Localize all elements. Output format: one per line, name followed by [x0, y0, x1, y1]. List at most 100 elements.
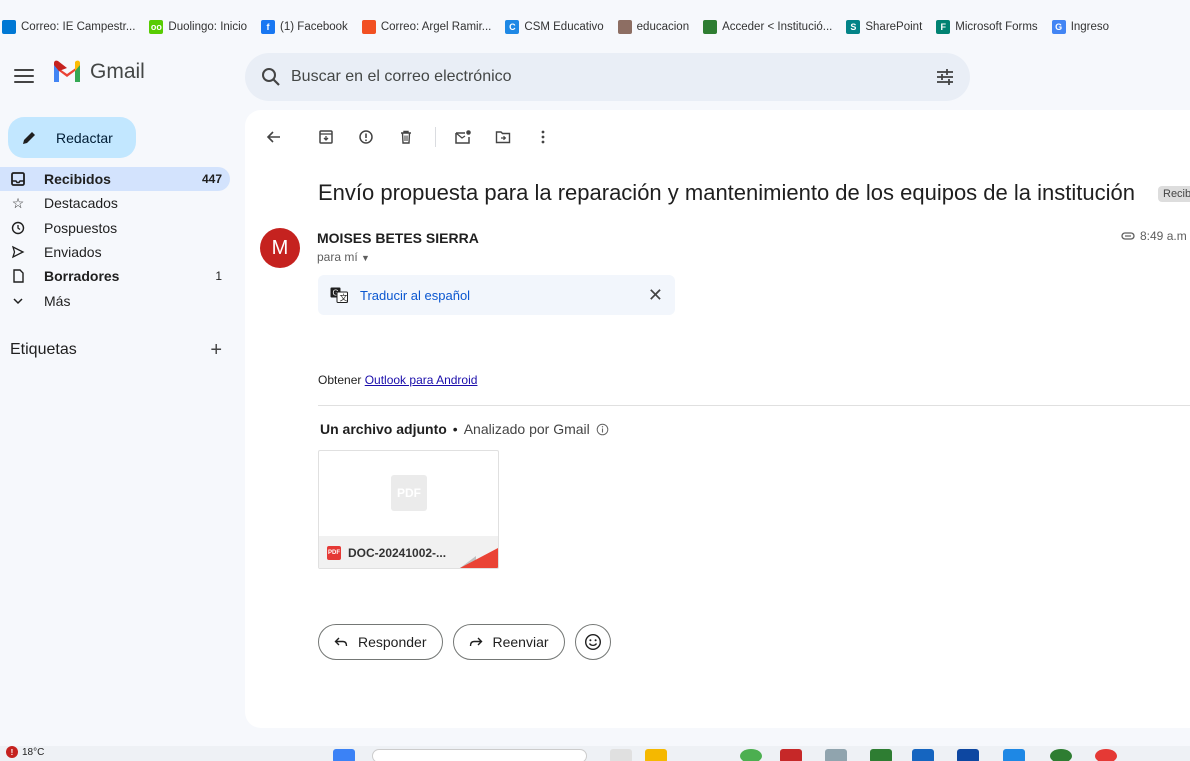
- chrome-icon[interactable]: [740, 749, 762, 761]
- main-menu-button[interactable]: [12, 66, 36, 86]
- bookmark-favicon-icon: [617, 20, 632, 34]
- bookmark-label: educacion: [636, 21, 690, 33]
- info-icon[interactable]: [596, 423, 609, 436]
- labels-title: Etiquetas: [10, 341, 77, 358]
- close-icon[interactable]: ✕: [648, 285, 663, 306]
- sidebar-item-sent[interactable]: Enviados: [0, 240, 230, 264]
- sidebar-item-label: Enviados: [44, 244, 102, 261]
- sidebar-item-inbox[interactable]: Recibidos 447: [0, 167, 230, 192]
- back-icon[interactable]: [261, 124, 287, 150]
- bookmark-item[interactable]: educacion: [617, 20, 690, 34]
- bookmark-label: CSM Educativo: [524, 21, 604, 33]
- bookmark-item[interactable]: Correo: IE Campestr...: [2, 20, 135, 34]
- weather-widget[interactable]: ! 18°C: [6, 746, 44, 758]
- archive-icon[interactable]: [313, 124, 339, 150]
- separator-dot: •: [452, 421, 458, 437]
- taskbar-app-icon[interactable]: [912, 749, 934, 761]
- move-to-icon[interactable]: [490, 124, 516, 150]
- taskbar-app-icon[interactable]: [957, 749, 979, 761]
- sidebar-item-label: Más: [44, 292, 71, 309]
- sidebar-item-starred[interactable]: ☆ Destacados: [0, 191, 230, 215]
- search-input[interactable]: [291, 68, 934, 86]
- bookmark-item[interactable]: oo Duolingo: Inicio: [149, 20, 247, 34]
- reply-icon: [334, 637, 348, 647]
- attachment-card[interactable]: PDF PDF DOC-20241002-...: [318, 450, 499, 569]
- bookmark-item[interactable]: Correo: Argel Ramir...: [361, 20, 491, 34]
- bookmark-label: SharePoint: [865, 21, 923, 33]
- start-icon[interactable]: [333, 749, 355, 761]
- sender-name[interactable]: MOISES BETES SIERRA: [317, 230, 479, 246]
- sidebar-item-snoozed[interactable]: Pospuestos: [0, 216, 230, 240]
- outlook-android-link[interactable]: Outlook para Android: [365, 373, 478, 387]
- bookmark-favicon-icon: G: [1051, 20, 1066, 34]
- search-bar[interactable]: [245, 53, 970, 101]
- temperature: 18°C: [22, 746, 45, 758]
- more-options-icon[interactable]: [530, 124, 556, 150]
- filter-options-icon[interactable]: [934, 66, 956, 88]
- bookmark-label: Ingreso: [1070, 21, 1110, 33]
- inbox-label-tag[interactable]: Recib: [1158, 186, 1190, 202]
- gmail-logo-icon: [54, 60, 80, 82]
- bookmark-item[interactable]: F Microsoft Forms: [936, 20, 1038, 34]
- bookmark-item[interactable]: Acceder < Institució...: [703, 20, 832, 34]
- bookmark-item[interactable]: S SharePoint: [846, 20, 922, 34]
- report-spam-icon[interactable]: [353, 124, 379, 150]
- translate-banner: G文 Traducir al español ✕: [318, 275, 675, 315]
- taskbar-app-icon[interactable]: [780, 749, 802, 761]
- inbox-icon: [10, 171, 26, 187]
- sidebar-item-label: Recibidos: [44, 171, 111, 188]
- sidebar-item-label: Destacados: [44, 195, 118, 212]
- search-icon[interactable]: [259, 65, 283, 89]
- bookmark-favicon-icon: [2, 20, 16, 34]
- taskbar-app-icon[interactable]: [1003, 749, 1025, 761]
- sidebar-item-label: Borradores: [44, 268, 120, 285]
- bookmark-favicon-icon: [703, 20, 718, 34]
- translate-link[interactable]: Traducir al español: [360, 288, 636, 303]
- reply-label: Responder: [358, 634, 427, 650]
- bookmark-favicon-icon: [361, 20, 376, 34]
- delete-icon[interactable]: [393, 124, 419, 150]
- pdf-preview-icon: PDF: [391, 475, 427, 511]
- bookmark-label: (1) Facebook: [280, 21, 348, 33]
- email-subject: Envío propuesta para la reparación y man…: [318, 180, 1135, 205]
- reply-button[interactable]: Responder: [318, 624, 443, 660]
- emoji-reaction-button[interactable]: [574, 624, 611, 660]
- paperclip-icon: [1121, 232, 1135, 240]
- compose-button[interactable]: Redactar: [8, 117, 136, 158]
- bookmark-item[interactable]: f (1) Facebook: [261, 20, 348, 34]
- taskbar-app-icon[interactable]: [825, 749, 847, 761]
- sender-avatar[interactable]: M: [260, 228, 300, 268]
- taskbar-app-icon[interactable]: [1050, 749, 1072, 761]
- add-label-button[interactable]: +: [210, 340, 222, 360]
- bookmark-favicon-icon: S: [846, 20, 861, 34]
- taskbar-search[interactable]: [372, 749, 587, 761]
- attachment-name: DOC-20241002-...: [348, 546, 447, 560]
- recipient-details[interactable]: para mí ▼: [317, 250, 370, 264]
- email-view: Envío propuesta para la reparación y man…: [245, 110, 1190, 728]
- forward-button[interactable]: Reenviar: [452, 624, 565, 660]
- bookmark-favicon-icon: C: [505, 20, 520, 34]
- translate-icon: G文: [330, 287, 348, 303]
- star-icon: ☆: [11, 194, 25, 211]
- svg-text:文: 文: [340, 293, 348, 303]
- pdf-badge-icon: PDF: [327, 546, 341, 560]
- sidebar-item-drafts[interactable]: Borradores 1: [0, 264, 230, 288]
- task-view-icon[interactable]: [610, 749, 632, 761]
- labels-section: Etiquetas +: [10, 340, 222, 360]
- time-label: 8:49 a.m: [1140, 229, 1187, 243]
- bookmark-item[interactable]: C CSM Educativo: [505, 20, 604, 34]
- gmail-logo[interactable]: Gmail: [52, 60, 145, 84]
- os-taskbar: ! 18°C: [0, 746, 1190, 761]
- bookmark-label: Duolingo: Inicio: [168, 21, 248, 33]
- forward-icon: [469, 637, 482, 647]
- taskbar-app-icon[interactable]: [1095, 749, 1117, 761]
- bookmark-item[interactable]: G Ingreso: [1051, 20, 1110, 34]
- mark-unread-icon[interactable]: [450, 124, 476, 150]
- send-icon: [10, 244, 26, 260]
- bookmark-favicon-icon: F: [936, 20, 951, 34]
- sidebar-nav: Recibidos 447 ☆ Destacados Pospuestos En…: [0, 167, 230, 313]
- taskbar-app-icon[interactable]: [870, 749, 892, 761]
- app-name: Gmail: [90, 60, 145, 83]
- file-explorer-icon[interactable]: [645, 749, 667, 761]
- sidebar-item-more[interactable]: Más: [0, 288, 230, 312]
